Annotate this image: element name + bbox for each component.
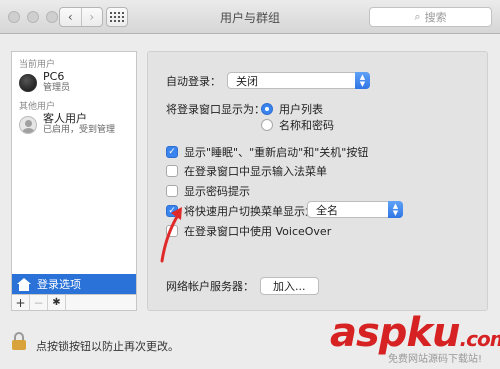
watermark-suffix: .com [459,327,500,351]
checkbox-voiceover[interactable]: 在登录窗口中使用 VoiceOver [166,223,331,239]
sidebar-item-login-options[interactable]: 登录选项 [12,274,136,294]
auto-login-value: 关闭 [236,74,258,88]
login-options-pane: 自动登录： 关闭 ▲ ▼ 将登录窗口显示为： 用户列表 名称和密码 ✓ 显示"睡眠… [147,51,488,311]
fast-switch-value: 全名 [316,203,338,217]
sidebar-item-label: 登录选项 [37,278,81,291]
checkbox-label: 显示密码提示 [184,185,250,198]
checkbox-label: 在登录窗口中显示输入法菜单 [184,165,327,178]
checkbox-show-sleep-restart-shutdown[interactable]: ✓ 显示"睡眠"、"重新启动"和"关机"按钮 [166,144,368,160]
search-icon: ⌕ [414,10,421,23]
radio-button[interactable] [261,119,273,131]
checkbox-show-password-hints[interactable]: 显示密码提示 [166,183,250,199]
house-icon [17,277,31,291]
checkbox-label: 显示"睡眠"、"重新启动"和"关机"按钮 [184,146,369,159]
checkbox-show-input-menu[interactable]: 在登录窗口中显示输入法菜单 [166,163,327,179]
sidebar-toolbar: + − ✱ [12,294,136,310]
checkbox-label: 在登录窗口中使用 VoiceOver [184,225,332,238]
checkbox[interactable]: ✓ [166,146,178,158]
radio-label: 用户列表 [279,103,323,116]
join-button[interactable]: 加入... [260,277,319,295]
lock-icon[interactable] [12,332,26,350]
remove-user-button[interactable]: − [30,295,48,310]
title-bar: ‹ › 用户与群组 ⌕ 搜索 [0,0,500,34]
add-user-button[interactable]: + [12,295,30,310]
chevron-updown-icon: ▲ ▼ [355,72,370,89]
avatar [19,115,37,134]
search-input[interactable]: ⌕ 搜索 [369,7,492,27]
user-item-pc6[interactable]: PC6 管理员 [19,71,70,94]
auto-login-select[interactable]: 关闭 ▲ ▼ [227,72,370,89]
avatar [19,73,37,92]
user-name: PC6 [43,70,65,83]
user-role: 管理员 [43,83,71,93]
checkbox[interactable] [166,165,178,177]
other-users-heading: 其他用户 [19,102,56,112]
user-name: 客人用户 [43,112,87,125]
current-users-heading: 当前用户 [19,60,56,70]
checkbox-fast-user-switching[interactable]: ✓ 将快速用户切换菜单显示为 [166,203,316,219]
checkbox-label: 将快速用户切换菜单显示为 [184,205,316,218]
search-placeholder: 搜索 [424,11,447,24]
red-arrow-annotation [160,207,182,263]
fast-switch-select[interactable]: 全名 ▲ ▼ [307,201,403,218]
user-status: 已启用，受到管理 [43,125,116,135]
radio-name-password[interactable]: 名称和密码 [261,117,334,133]
gear-icon[interactable]: ✱ [48,295,66,310]
chevron-updown-icon: ▲ ▼ [388,201,403,218]
display-login-label: 将登录窗口显示为： [166,103,265,116]
watermark-subtitle: 免费网站源码下载站! [388,354,483,365]
radio-user-list[interactable]: 用户列表 [261,101,323,117]
radio-label: 名称和密码 [279,119,334,132]
user-item-guest[interactable]: 客人用户 已启用，受到管理 [19,113,115,136]
users-sidebar: 当前用户 PC6 管理员 其他用户 客人用户 已启用，受到管理 登录选项 + −… [11,51,137,311]
lock-hint-text: 点按锁按钮以防止再次更改。 [36,340,179,353]
auto-login-label: 自动登录： [166,74,221,88]
checkbox[interactable] [166,185,178,197]
network-server-label: 网络帐户服务器： [166,280,254,293]
radio-button[interactable] [261,103,273,115]
